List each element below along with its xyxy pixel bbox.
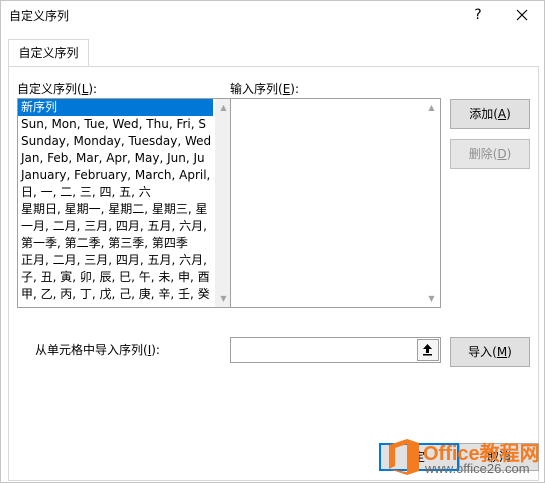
scroll-up-arrow-icon[interactable]: ▲ [423,99,440,116]
list-item[interactable]: 正月, 二月, 三月, 四月, 五月, 六月, [18,252,213,269]
office-logo-icon [389,439,419,475]
list-item[interactable]: Sunday, Monday, Tuesday, Wed [18,133,213,150]
delete-button[interactable]: 删除(D) [450,139,530,169]
import-range-input[interactable] [230,337,441,363]
tab-panel: 自定义序列(L): 新序列 Sun, Mon, Tue, Wed, Thu, F… [8,66,539,481]
list-item[interactable]: 子, 丑, 寅, 卯, 辰, 巳, 午, 未, 申, 酉 [18,269,213,286]
tab-strip: 自定义序列 [1,31,544,67]
collapse-dialog-icon [423,344,432,356]
import-button[interactable]: 导入(M) [450,337,530,367]
range-picker-button[interactable] [417,339,439,361]
list-entries-textarea[interactable]: ▲ ▼ [230,98,441,308]
list-item-new-list[interactable]: 新序列 [18,99,213,116]
close-icon [516,9,528,21]
list-entries-label: 输入序列(E): [230,82,300,96]
list-item[interactable]: 甲, 乙, 丙, 丁, 戊, 己, 庚, 辛, 壬, 癸 [18,286,213,303]
list-item[interactable]: 日, 一, 二, 三, 四, 五, 六 [18,184,213,201]
dialog-title: 自定义序列 [9,9,70,23]
list-item[interactable]: January, February, March, April, [18,167,213,184]
list-item[interactable]: Sun, Mon, Tue, Wed, Thu, Fri, S [18,116,213,133]
custom-lists-listbox[interactable]: 新序列 Sun, Mon, Tue, Wed, Thu, Fri, S Sund… [17,98,233,308]
title-bar: 自定义序列 ? [1,1,544,31]
custom-lists-label: 自定义序列(L): [17,82,98,96]
watermark-url: www.office26.com [425,461,530,476]
list-item[interactable]: 第一季, 第二季, 第三季, 第四季 [18,235,213,252]
add-button[interactable]: 添加(A) [450,99,530,129]
scroll-down-arrow-icon[interactable]: ▼ [423,290,440,307]
custom-lists-items: 新序列 Sun, Mon, Tue, Wed, Thu, Fri, S Sund… [18,99,213,303]
help-button[interactable]: ? [467,4,489,26]
close-button[interactable] [509,4,535,26]
tab-custom-lists[interactable]: 自定义序列 [8,39,89,66]
custom-lists-dialog: 自定义序列 ? 自定义序列 自定义序列(L): 新序列 Sun, Mon, Tu… [0,0,545,483]
watermark: Office教程网 www.office26.com [387,434,545,482]
import-range-label: 从单元格中导入序列(I): [35,343,160,357]
list-item[interactable]: 一月, 二月, 三月, 四月, 五月, 六月, [18,218,213,235]
entries-scrollbar[interactable]: ▲ ▼ [423,99,440,307]
list-item[interactable]: Jan, Feb, Mar, Apr, May, Jun, Ju [18,150,213,167]
list-item[interactable]: 星期日, 星期一, 星期二, 星期三, 星 [18,201,213,218]
